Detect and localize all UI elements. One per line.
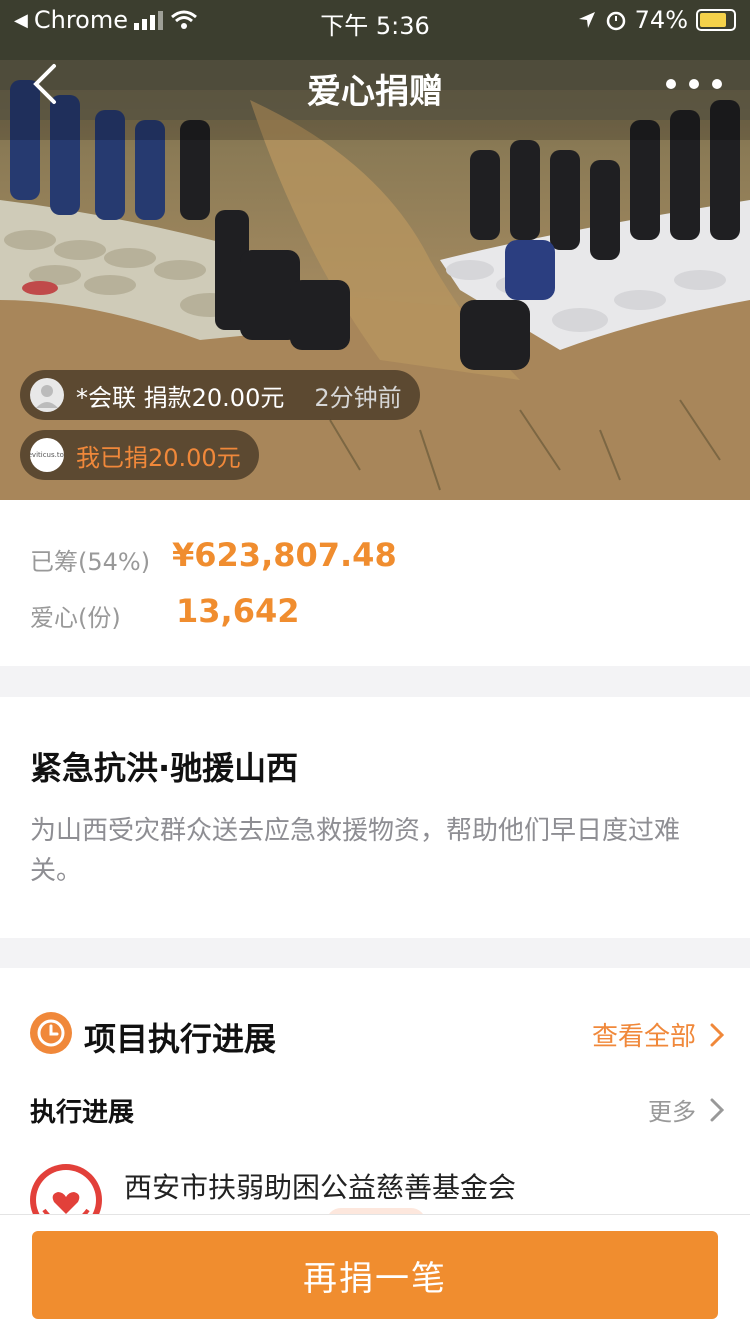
status-right: 74% bbox=[577, 6, 736, 34]
donate-again-button[interactable]: 再捐一笔 bbox=[32, 1231, 718, 1319]
project-description: 为山西受灾群众送去应急救援物资，帮助他们早日度过难关。 bbox=[30, 816, 681, 886]
section-title: 项目执行进展 bbox=[84, 1020, 277, 1058]
bottom-action-bar: 再捐一笔 bbox=[0, 1214, 750, 1334]
status-bar: ◀ Chrome 下午 5:36 74% bbox=[0, 0, 750, 42]
user-placeholder-icon bbox=[36, 385, 58, 408]
page-title: 爱心捐赠 bbox=[307, 72, 443, 112]
my-donation-item: leviticus.top 我已捐20.00元 bbox=[20, 430, 259, 480]
donation-feed-item: *会联 捐款20.00元 2分钟前 bbox=[20, 370, 420, 420]
raised-value: ¥623,807.48 bbox=[172, 536, 397, 574]
progress-subtitle: 执行进展 bbox=[30, 1098, 135, 1128]
hearts-value: 13,642 bbox=[176, 592, 300, 630]
alarm-icon bbox=[606, 11, 625, 31]
donation-page: ◀ Chrome 下午 5:36 74% 爱心捐赠 *会联 捐款20.00元 2… bbox=[0, 0, 750, 1334]
more-link[interactable]: 更多 bbox=[648, 1092, 724, 1127]
raised-label: 已筹(54%) bbox=[30, 548, 151, 576]
battery-percent: 74% bbox=[634, 6, 688, 34]
chevron-right-icon bbox=[710, 1023, 724, 1046]
back-button[interactable] bbox=[28, 62, 68, 106]
more-label: 更多 bbox=[648, 1098, 696, 1126]
more-options-button[interactable] bbox=[666, 64, 722, 104]
project-title: 紧急抗洪·驰援山西 bbox=[30, 749, 299, 787]
chevron-left-icon bbox=[33, 64, 56, 104]
view-all-link[interactable]: 查看全部 bbox=[592, 1016, 724, 1053]
nav-bar: 爱心捐赠 bbox=[0, 52, 750, 116]
view-all-label: 查看全部 bbox=[591, 1022, 696, 1052]
project-description-card: 紧急抗洪·驰援山西 为山西受灾群众送去应急救援物资，帮助他们早日度过难关。 bbox=[0, 697, 750, 938]
more-dot-icon bbox=[689, 79, 699, 89]
fundraising-stats: 已筹(54%) ¥623,807.48 爱心(份) 13,642 bbox=[0, 500, 750, 666]
avatar: leviticus.top bbox=[30, 438, 64, 472]
hearts-label: 爱心(份) bbox=[30, 604, 121, 632]
avatar bbox=[30, 378, 64, 412]
battery-icon bbox=[696, 9, 736, 31]
more-dot-icon bbox=[666, 79, 676, 89]
more-dot-icon bbox=[712, 79, 722, 89]
donation-time: 2分钟前 bbox=[314, 383, 402, 412]
clock-icon bbox=[30, 1012, 72, 1054]
donor-text: *会联 捐款20.00元 bbox=[76, 383, 285, 412]
location-icon bbox=[578, 12, 595, 28]
my-donation-text: 我已捐20.00元 bbox=[76, 443, 241, 472]
hero-image: ◀ Chrome 下午 5:36 74% 爱心捐赠 *会联 捐款20.00元 2… bbox=[0, 0, 750, 500]
foundation-name: 西安市扶弱助困公益慈善基金会 bbox=[124, 1171, 517, 1204]
chevron-right-icon bbox=[710, 1098, 724, 1121]
